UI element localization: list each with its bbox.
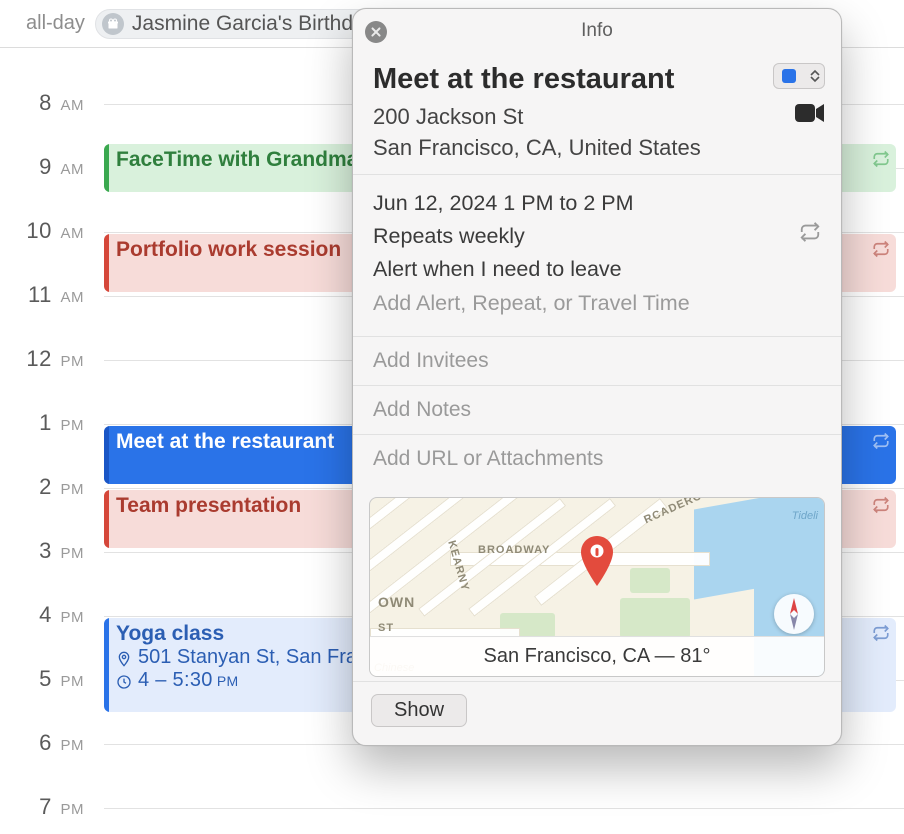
- location-icon: [116, 650, 132, 666]
- map-label: Tideli: [792, 510, 818, 522]
- close-icon[interactable]: [365, 21, 387, 43]
- event-time: 4 – 5:30 PM: [138, 669, 238, 692]
- event-title: Team presentation: [116, 494, 301, 517]
- show-row: Show: [353, 681, 841, 745]
- popover-titlebar: Info: [353, 9, 841, 53]
- repeat-icon: [872, 496, 890, 514]
- event-title: Meet at the restaurant: [116, 430, 334, 453]
- map-label: ST: [378, 622, 394, 634]
- add-notes-link[interactable]: Add Notes: [353, 386, 841, 435]
- schedule-section: Jun 12, 2024 1 PM to 2 PM Repeats weekly…: [353, 175, 841, 337]
- map-label: BROADWAY: [478, 544, 550, 556]
- hour-label: 7 PM: [0, 794, 96, 820]
- hour-label: 12 PM: [0, 346, 96, 372]
- repeat-icon: [799, 220, 821, 253]
- repeat-icon: [872, 432, 890, 450]
- repeat-label[interactable]: Repeats weekly: [373, 220, 525, 253]
- hour-label: 11 AM: [0, 282, 96, 308]
- add-url-link[interactable]: Add URL or Attachments: [353, 435, 841, 483]
- add-alert-link[interactable]: Add Alert, Repeat, or Travel Time: [373, 287, 690, 320]
- hour-label: 5 PM: [0, 666, 96, 692]
- repeat-icon: [872, 150, 890, 168]
- event-name[interactable]: Meet at the restaurant: [373, 63, 701, 96]
- birthday-chip[interactable]: Jasmine Garcia's Birthday: [95, 9, 390, 39]
- alert-label[interactable]: Alert when I need to leave: [373, 253, 622, 286]
- hour-label: 4 PM: [0, 602, 96, 628]
- video-icon[interactable]: [795, 103, 825, 129]
- clock-icon: [116, 673, 132, 689]
- event-address[interactable]: 200 Jackson St San Francisco, CA, United…: [373, 102, 701, 164]
- event-datetime[interactable]: Jun 12, 2024 1 PM to 2 PM: [373, 187, 634, 220]
- event-title: Portfolio work session: [116, 238, 341, 261]
- map-label: OWN: [378, 594, 415, 610]
- allday-label: all-day: [26, 12, 85, 35]
- hour-label: 6 PM: [0, 730, 96, 756]
- popover-title: Info: [581, 20, 613, 41]
- hour-label: 10 AM: [0, 218, 96, 244]
- map-pin-icon: [579, 536, 615, 586]
- hour-label: 9 AM: [0, 154, 96, 180]
- links-section: Add Invitees Add Notes Add URL or Attach…: [353, 337, 841, 677]
- repeat-icon: [872, 624, 890, 642]
- calendar-select[interactable]: [773, 63, 825, 89]
- chevron-updown-icon: [810, 69, 820, 83]
- event-title: FaceTime with Grandma: [116, 148, 358, 171]
- calendar-color-swatch: [782, 69, 796, 83]
- birthday-label: Jasmine Garcia's Birthday: [132, 12, 375, 36]
- repeat-icon: [872, 240, 890, 258]
- map-caption: San Francisco, CA — 81°: [370, 636, 824, 676]
- gift-icon: [102, 13, 124, 35]
- compass-icon[interactable]: [774, 594, 814, 634]
- hour-label: 3 PM: [0, 538, 96, 564]
- hour-line: [104, 808, 904, 809]
- map-preview[interactable]: BROADWAY KEARNY RCADERO Tideli OWN ST Ch…: [369, 497, 825, 677]
- hour-label: 1 PM: [0, 410, 96, 436]
- hour-label: 2 PM: [0, 474, 96, 500]
- event-info-popover: Info Meet at the restaurant 200 Jackson …: [352, 8, 842, 746]
- add-invitees-link[interactable]: Add Invitees: [353, 337, 841, 386]
- event-header: Meet at the restaurant 200 Jackson St Sa…: [353, 53, 841, 168]
- hour-label: 8 AM: [0, 90, 96, 116]
- show-button[interactable]: Show: [371, 694, 467, 727]
